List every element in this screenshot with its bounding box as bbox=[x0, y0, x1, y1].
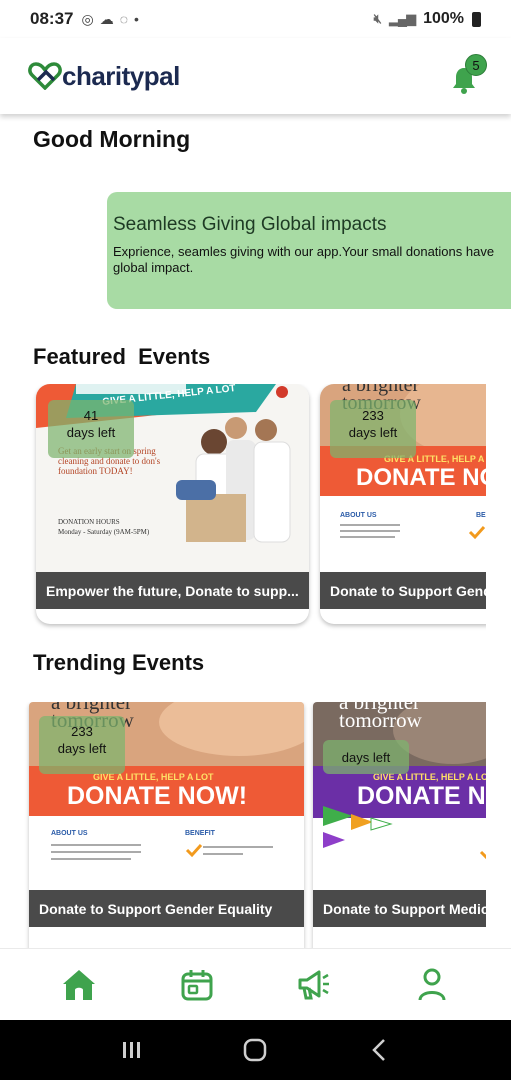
days-left-count: 41 bbox=[83, 408, 99, 423]
calendar-icon bbox=[181, 969, 213, 1000]
days-left-label: days left bbox=[348, 425, 398, 440]
banner-text: Exprience, seamles giving with our app.Y… bbox=[113, 244, 495, 275]
nav-home[interactable] bbox=[49, 955, 109, 1015]
dot-icon: • bbox=[134, 10, 139, 27]
poster-donate-text: DONATE NOW! bbox=[357, 782, 486, 810]
battery-icon bbox=[472, 11, 481, 27]
greeting-heading: Good Morning bbox=[33, 126, 191, 152]
back-button[interactable] bbox=[359, 1030, 399, 1070]
days-left-badge: 41 days left bbox=[48, 400, 134, 458]
days-left-count: 233 bbox=[362, 408, 384, 423]
event-card-title: Donate to Support Medical bbox=[313, 890, 486, 927]
poster-about-label: ABOUT US bbox=[340, 512, 377, 519]
event-card-title: Donate to Support Gender Equality bbox=[320, 572, 486, 609]
home-icon bbox=[62, 969, 95, 1000]
signal-icon: ▂▄▆ bbox=[388, 11, 416, 26]
messenger-icon: ◌ bbox=[119, 10, 129, 27]
system-navigation-bar bbox=[0, 1020, 511, 1080]
event-card[interactable]: a brighter tomorrow GIVE A LITTLE, HELP … bbox=[313, 702, 486, 950]
days-left-badge: 233 days left bbox=[39, 716, 125, 774]
event-card[interactable]: GIVE A LITTLE, HELP A LOT Get an early s… bbox=[36, 384, 309, 624]
back-chevron-icon bbox=[372, 1039, 386, 1061]
status-bar: 08:37 ◎ ☁ ◌ • 🔇︎ ▂▄▆ 100% bbox=[0, 0, 511, 38]
event-card-title: Empower the future, Donate to supp... bbox=[36, 572, 309, 609]
nav-calendar[interactable] bbox=[167, 955, 227, 1015]
poster-hours-label: DONATION HOURS bbox=[58, 518, 120, 526]
notifications-button[interactable]: 5 bbox=[451, 54, 487, 96]
poster-donate-text: DONATE NOW! bbox=[356, 464, 486, 491]
bottom-navigation bbox=[0, 948, 511, 1020]
featured-events-list[interactable]: GIVE A LITTLE, HELP A LOT Get an early s… bbox=[0, 384, 486, 632]
poster-hours-value: Monday - Saturday (9AM-5PM) bbox=[58, 528, 150, 536]
nav-profile[interactable] bbox=[402, 955, 462, 1015]
profile-icon bbox=[418, 968, 446, 1000]
event-card[interactable]: a brighter tomorrow GIVE A LITTLE, HELP … bbox=[29, 702, 304, 950]
recent-apps-button[interactable] bbox=[112, 1030, 152, 1070]
poster-about-label: ABOUT US bbox=[51, 830, 88, 837]
days-left-badge: days left bbox=[323, 740, 409, 774]
sync-icon: ◎ bbox=[81, 10, 94, 27]
promo-banner[interactable]: Seamless Giving Global impacts Exprience… bbox=[107, 192, 511, 309]
nav-campaigns[interactable] bbox=[284, 955, 344, 1015]
trending-events-heading: Trending Events bbox=[33, 650, 205, 675]
recent-apps-icon bbox=[122, 1042, 140, 1058]
trending-events-list[interactable]: a brighter tomorrow GIVE A LITTLE, HELP … bbox=[0, 702, 486, 950]
app-logo: charitypal bbox=[28, 61, 180, 92]
home-system-button[interactable] bbox=[235, 1030, 275, 1070]
poster-tomorrow-text: tomorrow bbox=[339, 708, 422, 732]
poster-benefit-label: BENEFIT bbox=[476, 512, 486, 519]
days-left-label: days left bbox=[57, 741, 107, 756]
event-image: a brighter tomorrow GIVE A LITTLE, HELP … bbox=[313, 702, 486, 890]
home-circle-icon bbox=[244, 1038, 267, 1062]
cloud-icon: ☁ bbox=[99, 10, 114, 27]
megaphone-icon bbox=[298, 970, 330, 999]
status-notification-icons: ◎ ☁ ◌ • bbox=[81, 11, 138, 28]
status-right: 🔇︎ ▂▄▆ 100% bbox=[374, 10, 481, 28]
poster-benefit-label: BENEFIT bbox=[185, 830, 215, 837]
heart-logo-icon bbox=[28, 62, 62, 90]
logo-text: charitypal bbox=[62, 60, 180, 91]
days-left-label: days left bbox=[341, 750, 391, 765]
event-card-title: Donate to Support Gender Equality bbox=[29, 890, 304, 927]
event-card[interactable]: a brighter tomorrow GIVE A LITTLE, HELP … bbox=[320, 384, 486, 624]
mute-icon: 🔇︎ bbox=[373, 11, 382, 26]
battery-level: 100% bbox=[423, 10, 464, 27]
days-left-label: days left bbox=[66, 425, 116, 440]
days-left-badge: 233 days left bbox=[330, 400, 416, 458]
status-time: 08:37 bbox=[30, 9, 74, 28]
app-header: charitypal 5 bbox=[0, 38, 511, 114]
featured-events-heading: Featured Events bbox=[33, 344, 211, 369]
days-left-count: 233 bbox=[71, 724, 93, 739]
poster-donate-text: DONATE NOW! bbox=[67, 782, 248, 810]
notification-count-badge: 5 bbox=[465, 54, 487, 76]
banner-title: Seamless Giving Global impacts bbox=[113, 214, 387, 235]
